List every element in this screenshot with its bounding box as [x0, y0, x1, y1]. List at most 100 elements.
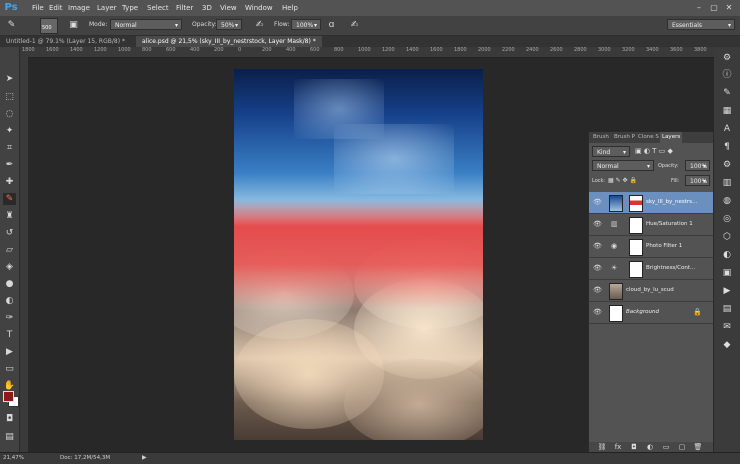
- swatches-icon[interactable]: ▦: [720, 105, 734, 118]
- mask-icon[interactable]: ◘: [629, 443, 639, 452]
- fx-icon[interactable]: fx: [613, 443, 623, 452]
- pressure-size-icon[interactable]: ✍: [348, 19, 361, 31]
- notes-icon[interactable]: ✉: [720, 321, 734, 334]
- layer-mask-thumbnail[interactable]: [629, 217, 643, 234]
- brush-tool-icon[interactable]: ✎: [5, 19, 18, 31]
- foreground-color-swatch[interactable]: [3, 391, 14, 402]
- zoom-level[interactable]: 21,47%: [3, 455, 24, 461]
- styles-icon[interactable]: ⚙: [720, 159, 734, 172]
- paragraph-icon[interactable]: ¶: [720, 141, 734, 154]
- eraser-tool-icon[interactable]: ▱: [3, 244, 16, 256]
- trash-icon[interactable]: 🗑: [693, 443, 703, 452]
- menu-filter[interactable]: Filter: [176, 0, 193, 16]
- lasso-tool-icon[interactable]: ◌: [3, 108, 16, 120]
- menu-edit[interactable]: Edit: [49, 0, 63, 16]
- folder-icon[interactable]: ▭: [661, 443, 671, 452]
- quick-select-tool-icon[interactable]: ✦: [3, 125, 16, 137]
- layer-opacity-field[interactable]: 100%: [685, 160, 710, 172]
- document-canvas[interactable]: [234, 69, 483, 440]
- visibility-eye-icon[interactable]: 👁: [593, 198, 602, 207]
- menu-select[interactable]: Select: [147, 0, 169, 16]
- workspace-dropdown[interactable]: Essentials: [667, 19, 735, 31]
- blur-tool-icon[interactable]: ●: [3, 278, 16, 290]
- paths-icon[interactable]: ⬡: [720, 231, 734, 244]
- tab-layers[interactable]: Layers: [660, 132, 683, 143]
- layer-mask-thumbnail[interactable]: [629, 261, 643, 278]
- tab-clone-source[interactable]: Clone S: [636, 132, 661, 143]
- visibility-eye-icon[interactable]: 👁: [593, 308, 602, 317]
- navigator-icon[interactable]: ▣: [720, 267, 734, 280]
- menu-image[interactable]: Image: [68, 0, 90, 16]
- filter-icons[interactable]: ▣ ◐ T ▭ ◆: [635, 147, 673, 155]
- tab-brush[interactable]: Brush: [591, 132, 611, 143]
- screen-mode-icon[interactable]: ▤: [3, 431, 16, 443]
- menu-window[interactable]: Window: [245, 0, 273, 16]
- layer-row[interactable]: 👁 ▥ Hue/Saturation 1: [589, 214, 713, 236]
- brush-presets-icon[interactable]: ✎: [720, 87, 734, 100]
- layer-row[interactable]: 👁 Background 🔒: [589, 302, 713, 324]
- type-tool-icon[interactable]: T: [3, 329, 16, 341]
- fill-field[interactable]: 100%: [685, 175, 710, 187]
- tab-brush-presets[interactable]: Brush P: [612, 132, 637, 143]
- channels-icon[interactable]: ◎: [720, 213, 734, 226]
- flow-field[interactable]: 100%: [291, 19, 321, 31]
- airbrush-icon[interactable]: ɑ: [325, 19, 338, 31]
- shape-tool-icon[interactable]: ▭: [3, 363, 16, 375]
- layers-icon[interactable]: ◆: [720, 339, 734, 352]
- adjustments-icon[interactable]: ◐: [720, 249, 734, 262]
- layer-row[interactable]: 👁 cloud_by_lu_scud: [589, 280, 713, 302]
- paint-bucket-tool-icon[interactable]: ◈: [3, 261, 16, 273]
- history-brush-tool-icon[interactable]: ↺: [3, 227, 16, 239]
- clone-source-icon[interactable]: ◍: [720, 195, 734, 208]
- marquee-tool-icon[interactable]: ⬚: [3, 91, 16, 103]
- menu-3d[interactable]: 3D: [202, 0, 212, 16]
- visibility-eye-icon[interactable]: 👁: [593, 220, 602, 229]
- brush-tool-icon[interactable]: ✎: [3, 193, 16, 205]
- brush-preset-picker[interactable]: 500: [40, 18, 58, 34]
- menu-layer[interactable]: Layer: [97, 0, 117, 16]
- lock-icons[interactable]: ▦ ✎ ✥ 🔒: [608, 177, 637, 184]
- layer-row[interactable]: 👁 ☀ Brightness/Cont...: [589, 258, 713, 280]
- clone-stamp-tool-icon[interactable]: ♜: [3, 210, 16, 222]
- layer-row[interactable]: 👁 ◉ Photo Filter 1: [589, 236, 713, 258]
- layer-row[interactable]: 👁 sky_III_by_nestrs...: [589, 192, 713, 214]
- pen-tool-icon[interactable]: ✑: [3, 312, 16, 324]
- history-icon[interactable]: ⚙: [720, 52, 734, 65]
- timeline-icon[interactable]: ▤: [720, 303, 734, 316]
- minimize-button[interactable]: –: [693, 2, 705, 13]
- path-select-tool-icon[interactable]: ▶: [3, 346, 16, 358]
- menu-view[interactable]: View: [220, 0, 237, 16]
- visibility-eye-icon[interactable]: 👁: [593, 242, 602, 251]
- menu-file[interactable]: File: [32, 0, 44, 16]
- eyedropper-tool-icon[interactable]: ✒: [3, 159, 16, 171]
- layer-mask-thumbnail[interactable]: [629, 239, 643, 256]
- blend-mode-dropdown[interactable]: Normal: [592, 160, 654, 172]
- info-icon[interactable]: ▥: [720, 177, 734, 190]
- move-tool-icon[interactable]: ➤: [3, 73, 16, 85]
- visibility-eye-icon[interactable]: 👁: [593, 264, 602, 273]
- status-arrow-icon[interactable]: ▶: [142, 454, 147, 461]
- link-icon[interactable]: ⛓: [597, 443, 607, 452]
- menu-type[interactable]: Type: [122, 0, 138, 16]
- healing-tool-icon[interactable]: ✚: [3, 176, 16, 188]
- dodge-tool-icon[interactable]: ◐: [3, 295, 16, 307]
- crop-tool-icon[interactable]: ⌗: [3, 142, 16, 154]
- visibility-eye-icon[interactable]: 👁: [593, 286, 602, 295]
- pressure-opacity-icon[interactable]: ✍: [253, 19, 266, 31]
- brush-panel-icon[interactable]: ▣: [67, 19, 80, 31]
- mode-dropdown[interactable]: Normal: [110, 19, 182, 31]
- tab-alice[interactable]: alice.psd @ 21,5% (sky_III_by_nestrstock…: [136, 36, 322, 47]
- properties-icon[interactable]: ⓘ: [720, 69, 734, 82]
- new-layer-icon[interactable]: ▢: [677, 443, 687, 452]
- maximize-button[interactable]: ▢: [708, 2, 720, 13]
- close-button[interactable]: ✕: [723, 2, 735, 13]
- quick-mask-icon[interactable]: ◘: [3, 413, 16, 425]
- actions-icon[interactable]: ▶: [720, 285, 734, 298]
- adjustment-icon[interactable]: ◐: [645, 443, 655, 452]
- layer-mask-thumbnail[interactable]: [629, 195, 643, 212]
- layer-kind-filter[interactable]: Kind: [592, 146, 630, 158]
- tab-untitled[interactable]: Untitled-1 @ 79.1% (Layer 15, RGB/8) *: [0, 36, 136, 47]
- opacity-field[interactable]: 50%: [216, 19, 242, 31]
- character-icon[interactable]: A: [720, 123, 734, 136]
- menu-help[interactable]: Help: [282, 0, 298, 16]
